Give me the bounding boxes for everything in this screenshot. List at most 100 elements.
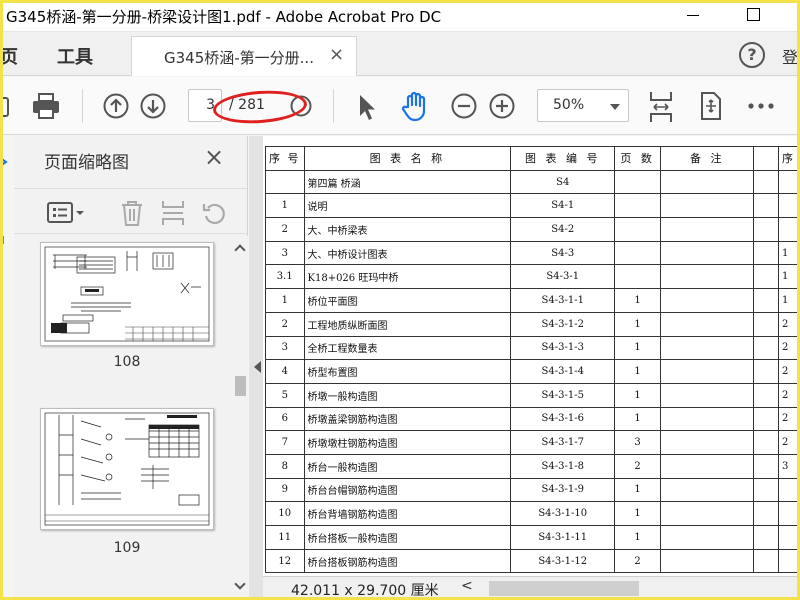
collapse-panel-icon[interactable] — [254, 361, 261, 373]
row-remark-cell — [659, 453, 755, 479]
header-cell: 页 数 — [614, 146, 661, 171]
left-tool-strip — [0, 136, 14, 600]
thumbnail-page-108[interactable] — [40, 242, 214, 346]
insert-page-icon[interactable] — [160, 199, 186, 227]
row-code-cell: S4-3-1-8 — [510, 453, 616, 479]
row-code-cell: S4-3-1-2 — [510, 311, 616, 337]
tab-bar: 页 工具 G345桥涵-第一分册... × ? 登 — [0, 32, 800, 76]
row-number-cell: 8 — [265, 453, 305, 479]
delete-icon[interactable] — [120, 199, 144, 227]
horizontal-scrollbar[interactable] — [489, 581, 639, 596]
row-next-column-cell — [777, 193, 800, 219]
row-remark-cell — [659, 501, 755, 526]
row-next-column-cell: 2 — [777, 335, 800, 361]
row-next-column-cell: 2 — [777, 359, 800, 384]
row-blank-cell — [753, 264, 779, 290]
options-icon[interactable] — [47, 202, 87, 224]
document-tab-label: G345桥涵-第一分册... — [164, 49, 314, 67]
scrollbar-thumb[interactable] — [235, 376, 246, 396]
row-code-cell: S4-3-1-11 — [510, 525, 616, 550]
row-blank-cell — [753, 288, 779, 313]
row-blank-cell — [753, 240, 779, 266]
row-remark-cell — [659, 477, 755, 503]
row-name-cell: 桥墩一般构造图 — [303, 382, 512, 408]
row-code-cell: S4-3-1-5 — [510, 382, 616, 408]
document-page[interactable]: —— —— 序 号 图 表 名 称 图 表 编 号 页 数 备 注 序 第四篇 … — [263, 136, 800, 576]
row-blank-cell — [753, 311, 779, 337]
row-name-cell: 大、中桥设计图表 — [303, 240, 512, 266]
header-cell: 图 表 编 号 — [510, 146, 616, 171]
row-next-column-cell: 3 — [777, 453, 800, 479]
table-row: 1 说明 S4-1 — [265, 193, 800, 219]
sign-in-link[interactable]: 登 — [782, 44, 798, 68]
row-name-cell: 桥位平面图 — [303, 288, 512, 313]
row-number-cell: 5 — [265, 382, 305, 408]
row-name-cell: 桥台背墙钢筋构造图 — [303, 501, 512, 526]
table-row: 5 桥墩一般构造图 S4-3-1-5 1 2 — [265, 382, 800, 408]
more-icon[interactable] — [748, 103, 774, 109]
bookmark-icon[interactable] — [0, 136, 14, 256]
row-code-cell: S4-3-1 — [510, 264, 616, 290]
scroll-mode-icon[interactable] — [698, 91, 724, 121]
page-number-input[interactable]: 3 — [188, 89, 222, 122]
row-remark-cell — [659, 193, 755, 219]
thumbnail-list[interactable]: 108 109 — [14, 236, 232, 600]
tools-menu[interactable]: 工具 — [57, 43, 93, 69]
row-remark-cell — [659, 548, 755, 574]
table-row: 3.1 K18+026 旺玛中桥 S4-3-1 1 — [265, 264, 800, 290]
scroll-left-icon[interactable]: < — [461, 578, 473, 594]
row-code-cell: S4-1 — [510, 193, 616, 219]
tab-close-icon[interactable]: × — [329, 44, 344, 65]
row-blank-cell — [753, 430, 779, 455]
row-code-cell: S4 — [510, 169, 616, 195]
table-body: 第四篇 桥涵 S4 1 说明 S4-1 2 大、中桥梁表 S4-2 3 大、中桥设计图表 S4-3 1… — [265, 169, 800, 574]
row-next-column-cell: 1 — [777, 288, 800, 313]
page-total-label: / 281 — [229, 97, 265, 113]
thumbnail-scrollbar[interactable] — [233, 236, 248, 600]
zoom-in-icon[interactable] — [489, 93, 515, 119]
row-code-cell: S4-3 — [510, 240, 616, 266]
row-blank-cell — [753, 453, 779, 479]
help-icon[interactable]: ? — [739, 42, 765, 68]
row-remark-cell — [659, 217, 755, 242]
thumbnail-page-109[interactable] — [40, 408, 214, 530]
row-name-cell: 桥台一般构造图 — [303, 453, 512, 479]
header-cell: 序 号 — [265, 146, 305, 171]
scroll-up-icon[interactable] — [234, 244, 246, 256]
table-row: 9 桥台台帽钢筋构造图 S4-3-1-9 1 — [265, 477, 800, 503]
row-pages-cell: 1 — [614, 335, 661, 361]
window-title: G345桥涵-第一分册-桥梁设计图1.pdf - Adobe Acrobat P… — [6, 8, 442, 26]
zoom-dropdown[interactable]: 50% — [537, 89, 629, 122]
minimize-button[interactable] — [670, 0, 716, 30]
home-menu[interactable]: 页 — [0, 43, 18, 69]
table-row: 12 桥台搭板钢筋构造图 S4-3-1-12 2 — [265, 548, 800, 574]
page-info-icon[interactable] — [290, 94, 312, 118]
select-arrow-icon[interactable] — [357, 93, 377, 121]
main-toolbar: 3 / 281 50% — [0, 77, 800, 135]
row-code-cell: S4-3-1-9 — [510, 477, 616, 503]
save-icon[interactable] — [0, 96, 10, 118]
row-blank-cell — [753, 525, 779, 550]
document-tab[interactable]: G345桥涵-第一分册... × — [131, 36, 357, 76]
rotate-icon[interactable] — [202, 200, 228, 226]
row-pages-cell: 1 — [614, 288, 661, 313]
row-next-column-cell: 2 — [777, 311, 800, 337]
prev-page-icon[interactable] — [103, 93, 129, 119]
row-code-cell: S4-3-1-7 — [510, 430, 616, 455]
maximize-button[interactable] — [730, 0, 776, 30]
scroll-down-icon[interactable] — [234, 578, 246, 590]
row-number-cell: 3 — [265, 240, 305, 266]
row-pages-cell: 1 — [614, 501, 661, 526]
hand-tool-icon[interactable] — [399, 90, 431, 122]
fit-page-icon[interactable] — [648, 90, 674, 124]
row-pages-cell: 1 — [614, 359, 661, 384]
document-view[interactable]: —— —— 序 号 图 表 名 称 图 表 编 号 页 数 备 注 序 第四篇 … — [249, 136, 800, 600]
row-number-cell: 7 — [265, 430, 305, 455]
print-icon[interactable] — [31, 92, 61, 120]
toolbar-separator — [333, 89, 334, 123]
table-row: 8 桥台一般构造图 S4-3-1-8 2 3 — [265, 453, 800, 479]
zoom-out-icon[interactable] — [451, 93, 477, 119]
row-name-cell: 桥台台帽钢筋构造图 — [303, 477, 512, 503]
next-page-icon[interactable] — [140, 93, 166, 119]
panel-close-icon[interactable]: × — [204, 145, 224, 169]
